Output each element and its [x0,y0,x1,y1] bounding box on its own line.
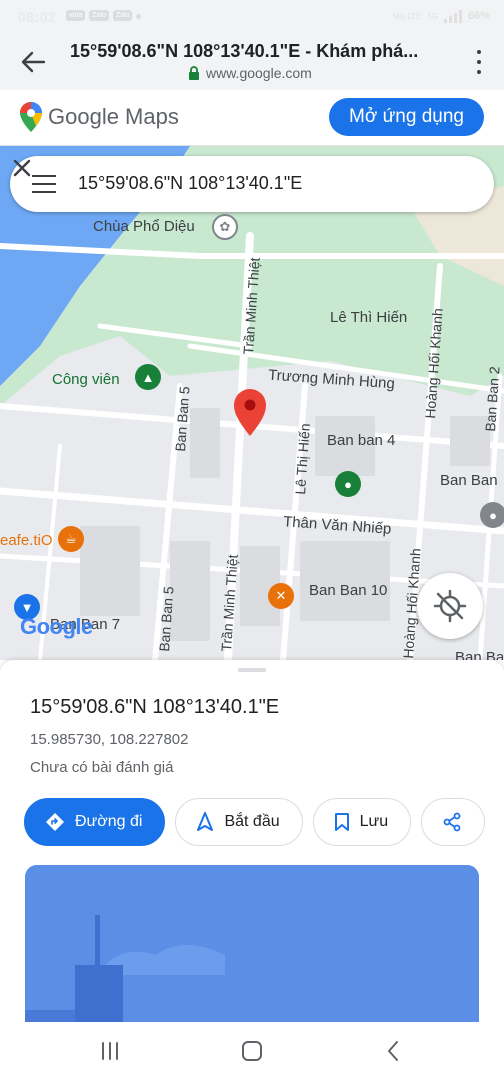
maps-header: Google Maps Mở ứng dụng [0,90,504,146]
restaurant-icon[interactable]: ✕ [268,583,294,609]
url-text: www.google.com [206,65,312,81]
location-off-icon [433,589,467,623]
status-app-icons: vota Zalo Zalo [66,10,142,21]
zalo-app-icon: Zalo [89,10,109,21]
maps-pin-logo-icon [20,102,42,132]
open-app-button[interactable]: Mở ứng dụng [329,98,484,136]
map-label-ban-ban-4: Ban ban 4 [327,432,396,449]
temple-icon[interactable]: ✿ [212,214,238,240]
my-location-button[interactable] [417,573,483,639]
city-illustration [25,865,479,1022]
park-tree-icon[interactable]: ▲ [135,364,161,390]
map-label-le-thi-hien: Lê Thì Hiến [330,309,408,326]
map-label-cong-vien: Công viên [52,371,120,388]
status-indicators: Vo) LTE 5G 66% [393,9,490,23]
lock-icon [189,66,199,80]
directions-button[interactable]: Đường đi [24,798,166,846]
close-icon[interactable] [10,156,34,180]
recent-apps-icon[interactable] [98,1039,122,1063]
notification-dot-icon [136,14,142,19]
action-chips: Đường đi Bắt đầu Lưu [24,798,486,846]
system-nav-bar [0,1022,504,1080]
map-label-ban-ba: Ban Ba [455,649,504,660]
map-label-ban-ban-10: Ban Ban 10 [309,582,388,599]
more-options-icon[interactable] [474,48,484,76]
gray-marker-icon[interactable]: ● [480,502,504,528]
back-icon[interactable] [382,1039,406,1063]
battery-level: 66% [467,10,490,22]
map-search-box[interactable]: 15°59'08.6"N 108°13'40.1"E [10,156,494,212]
directions-label: Đường đi [75,813,143,830]
save-label: Lưu [359,813,389,830]
cafe-icon[interactable]: ☕ [58,526,84,552]
google-maps-logo: Google Maps [20,102,179,132]
street-view-thumbnail[interactable] [25,865,479,1022]
network-type: 5G [427,11,438,21]
map-view[interactable]: 15°59'08.6"N 108°13'40.1"E Chùa Phổ Diệu… [0,146,504,660]
map-label-cafe-tio: eafe.tiO [0,532,53,549]
bookmark-icon [334,813,349,831]
signal-icon [443,9,462,23]
map-label-chua-pho-dieu: Chùa Phổ Diệu [93,218,195,235]
url-display[interactable]: www.google.com [188,65,312,81]
navigation-arrow-icon [197,812,214,831]
sheet-drag-handle[interactable] [238,668,266,672]
directions-icon [46,813,64,831]
place-review-status: Chưa có bài đánh giá [30,759,174,776]
place-marker-icon[interactable]: ● [335,471,361,497]
place-details-sheet: 15°59'08.6"N 108°13'40.1"E 15.985730, 10… [0,660,504,1022]
share-button[interactable] [421,798,486,846]
place-coordinates: 15.985730, 108.227802 [30,731,189,748]
vota-app-icon: vota [66,10,86,21]
page-title: 15°59'08.6"N 108°13'40.1"E - Khám phá... [70,41,419,61]
start-button[interactable]: Bắt đầu [175,798,303,846]
back-arrow-icon[interactable] [18,48,48,76]
home-icon[interactable] [240,1039,264,1063]
network-label: Vo) LTE [392,11,422,21]
place-title: 15°59'08.6"N 108°13'40.1"E [30,696,280,718]
google-maps-wordmark: Google Maps [48,104,179,129]
save-button[interactable]: Lưu [312,798,412,846]
hamburger-menu-icon[interactable] [32,175,56,193]
start-label: Bắt đầu [224,813,280,830]
status-time: 08:02 [18,9,57,25]
map-label-ban-ban-right: Ban Ban [440,472,498,489]
google-watermark: Google [20,614,93,639]
search-input[interactable]: 15°59'08.6"N 108°13'40.1"E [78,173,302,194]
share-icon [443,812,461,832]
browser-toolbar: 15°59'08.6"N 108°13'40.1"E - Khám phá...… [0,34,504,90]
status-bar: 08:02 vota Zalo Zalo Vo) LTE 5G 66% [0,0,504,34]
zalo-app-icon-2: Zalo [112,10,133,21]
